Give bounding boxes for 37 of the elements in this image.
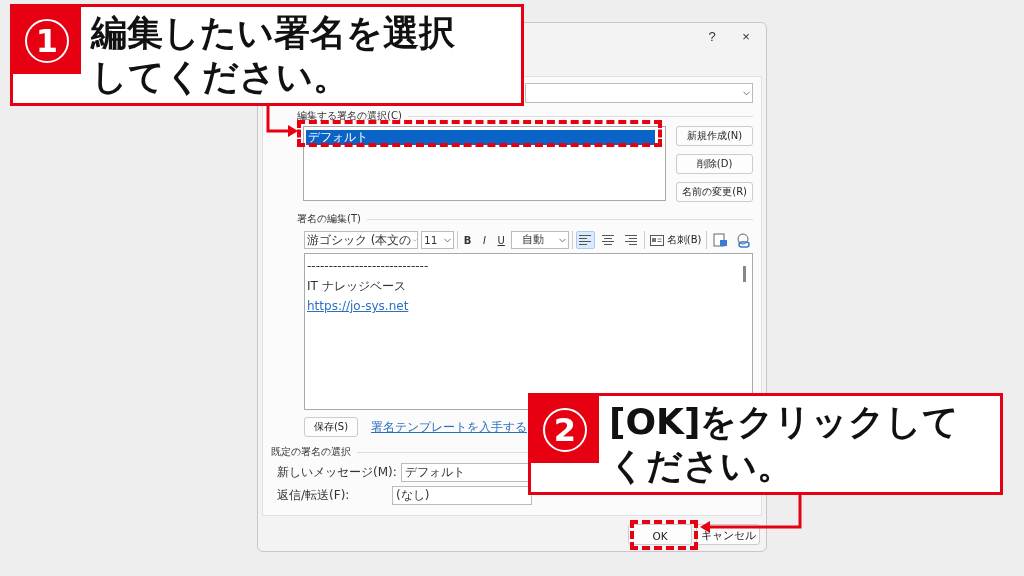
signature-text: IT ナレッジベース <box>307 279 407 293</box>
step-number: 1 <box>25 18 69 63</box>
section-label: 編集する署名の選択(C) <box>297 109 402 123</box>
highlight-frame <box>630 520 698 550</box>
globe-link-icon <box>735 232 751 248</box>
help-button[interactable]: ? <box>702 28 722 44</box>
align-right-icon <box>622 234 639 246</box>
section-label: 署名の編集(T) <box>297 212 361 226</box>
color-dropdown[interactable]: 自動 <box>511 231 569 249</box>
align-center-icon <box>600 234 617 246</box>
format-button[interactable]: U <box>494 234 509 246</box>
instruction-text: 編集したい署名を選択してください。 <box>89 11 456 99</box>
font-size-dropdown[interactable]: 11 <box>421 231 454 249</box>
signature-text: ---------------------------- <box>307 259 430 273</box>
step-number: 2 <box>543 407 587 452</box>
save-button[interactable]: 保存(S) <box>304 417 358 437</box>
field-label: 返信/転送(F): <box>277 487 350 504</box>
picture-icon <box>712 232 728 248</box>
signature-dropdown[interactable]: (なし) <box>392 486 532 505</box>
signature-action-button[interactable]: 削除(D) <box>676 154 753 174</box>
card-icon <box>649 234 664 246</box>
signature-list-item[interactable]: デフォルト <box>306 130 656 145</box>
font-dropdown[interactable]: 游ゴシック (本文の <box>304 231 418 249</box>
signature-link[interactable]: https://jo-sys.net <box>307 299 409 313</box>
format-button[interactable]: I <box>477 234 492 246</box>
align-button[interactable] <box>575 231 596 249</box>
business-card-button[interactable]: 名刺(B) <box>647 233 704 247</box>
ok-button[interactable]: OK <box>628 524 692 545</box>
field-label: 新しいメッセージ(M): <box>277 464 397 481</box>
align-left-icon <box>577 234 594 246</box>
signature-action-button[interactable]: 名前の変更(R) <box>676 182 753 202</box>
signature-action-button[interactable]: 新規作成(N) <box>676 126 753 146</box>
template-link[interactable]: 署名テンプレートを入手する <box>371 418 527 436</box>
section-label: 既定の署名の選択 <box>271 445 351 459</box>
format-button[interactable]: B <box>460 234 475 246</box>
scrollbar-thumb <box>743 266 746 282</box>
close-button[interactable]: × <box>736 28 756 44</box>
